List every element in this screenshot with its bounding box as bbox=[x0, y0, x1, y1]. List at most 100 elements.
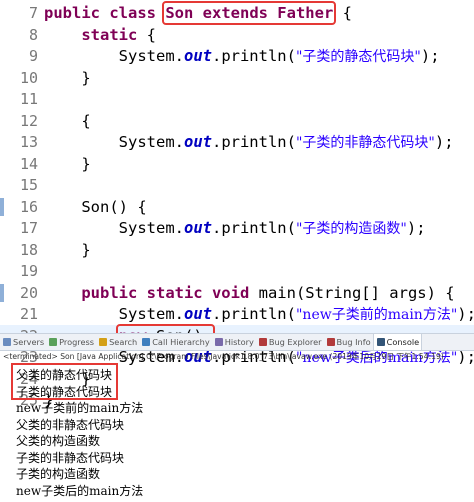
keyword-token: static bbox=[81, 25, 138, 44]
string-literal: "子类的非静态代码块" bbox=[295, 135, 435, 151]
code-token: { bbox=[44, 111, 91, 130]
line-number: 11 bbox=[19, 90, 38, 108]
code-text: } bbox=[44, 153, 90, 175]
tab-bug-explorer[interactable]: Bug Explorer bbox=[256, 334, 324, 350]
line-number: 9 bbox=[28, 47, 38, 65]
code-text: static { bbox=[44, 24, 156, 46]
keyword-token: public static void bbox=[81, 283, 250, 302]
code-text: public static void main(String[] args) { bbox=[44, 282, 455, 304]
code-token: ); bbox=[406, 219, 426, 237]
tab-servers[interactable]: Servers bbox=[0, 334, 46, 350]
code-text: { bbox=[44, 110, 91, 132]
code-text: System.out.println("子类的静态代码块"); bbox=[44, 45, 440, 68]
string-literal: "new子类前的main方法" bbox=[295, 307, 458, 323]
string-literal: "子类的静态代码块" bbox=[295, 49, 421, 65]
tab-label: Bug Explorer bbox=[268, 337, 322, 347]
line-number: 12 bbox=[19, 111, 38, 130]
line-number: 8 bbox=[28, 25, 38, 44]
code-token: .println( bbox=[211, 133, 296, 151]
server-icon bbox=[3, 338, 11, 346]
string-literal: "子类的构造函数" bbox=[295, 221, 407, 237]
code-line[interactable]: 12 { bbox=[0, 110, 474, 132]
line-number: 17 bbox=[19, 219, 38, 237]
console-output-line: new子类前的main方法 bbox=[16, 401, 144, 415]
progress-icon bbox=[49, 338, 58, 346]
output-highlight-box bbox=[11, 363, 118, 400]
code-text: public class Son extends Father { bbox=[44, 1, 352, 25]
code-line[interactable]: 18 } bbox=[0, 239, 474, 261]
code-token: main(String[] args) { bbox=[249, 283, 455, 302]
code-token: } bbox=[44, 68, 91, 87]
field-token: out bbox=[183, 219, 212, 237]
tab-label: Servers bbox=[13, 337, 45, 347]
tab-bug-info[interactable]: Bug Info bbox=[324, 334, 373, 350]
code-text: System.out.println("子类的构造函数"); bbox=[44, 217, 426, 240]
keyword-token: Son extends Father bbox=[165, 4, 334, 22]
code-line[interactable]: 10 } bbox=[0, 67, 474, 89]
tab-label: Call Hierarchy bbox=[152, 337, 210, 347]
code-text: } bbox=[44, 239, 90, 261]
code-line[interactable]: 9 System.out.println("子类的静态代码块"); bbox=[0, 45, 474, 67]
code-line[interactable]: 17 System.out.println("子类的构造函数"); bbox=[0, 217, 474, 239]
line-number: 19 bbox=[19, 262, 38, 280]
code-line[interactable]: 20 public static void main(String[] args… bbox=[0, 282, 474, 304]
code-line[interactable]: 7 public class Son extends Father { bbox=[0, 1, 474, 25]
tab-history[interactable]: History bbox=[212, 334, 256, 350]
bug-info-icon bbox=[326, 338, 335, 346]
console-output-line: 子类的构造函数 bbox=[16, 467, 101, 481]
console-icon bbox=[376, 338, 385, 346]
code-token: ); bbox=[457, 305, 474, 323]
field-token: out bbox=[183, 305, 212, 323]
code-token: ); bbox=[420, 47, 440, 65]
line-number: 16 bbox=[19, 197, 38, 216]
call-hierarchy-icon bbox=[142, 338, 151, 346]
tab-call-hierarchy[interactable]: Call Hierarchy bbox=[139, 334, 211, 350]
tab-search[interactable]: Search bbox=[96, 334, 139, 350]
code-token: ); bbox=[434, 133, 454, 151]
console-output-line: 父类的非静态代码块 bbox=[16, 417, 125, 432]
tab-label: Console bbox=[386, 337, 420, 347]
field-token: out bbox=[183, 47, 212, 65]
line-number: 10 bbox=[19, 68, 38, 87]
code-line[interactable]: 11 bbox=[0, 88, 474, 110]
console-output-line: new子类后的main方法 bbox=[16, 483, 144, 498]
bug-explorer-icon bbox=[258, 338, 267, 346]
code-token: System. bbox=[44, 133, 184, 151]
code-line[interactable]: 13 System.out.println("子类的非静态代码块"); bbox=[0, 131, 474, 153]
code-line[interactable]: 19 bbox=[0, 260, 474, 282]
code-editor[interactable]: 7 public class Son extends Father {8 stat… bbox=[0, 0, 474, 409]
code-text: System.out.println("子类的非静态代码块"); bbox=[44, 131, 454, 154]
code-line[interactable]: 8 static { bbox=[0, 24, 474, 46]
code-token: Son() { bbox=[44, 197, 147, 216]
code-line[interactable]: 21 System.out.println("new子类前的main方法"); bbox=[0, 303, 474, 325]
line-number: 18 bbox=[19, 240, 38, 259]
line-number: 14 bbox=[19, 154, 38, 173]
code-line[interactable]: 15 bbox=[0, 174, 474, 196]
code-token: System. bbox=[44, 219, 184, 237]
code-line[interactable]: 16 Son() { bbox=[0, 196, 474, 218]
line-number: 20 bbox=[19, 283, 38, 302]
code-text: } bbox=[44, 67, 91, 89]
code-token: System. bbox=[44, 305, 184, 323]
line-number: 7 bbox=[28, 4, 38, 22]
tab-label: Bug Info bbox=[336, 337, 371, 347]
code-line[interactable]: 14 } bbox=[0, 153, 474, 175]
highlight-box: Son extends Father bbox=[162, 1, 337, 25]
tab-label: Progress bbox=[59, 337, 95, 347]
tab-console[interactable]: Console bbox=[372, 334, 423, 350]
keyword-token: public class bbox=[44, 4, 166, 22]
tab-progress[interactable]: Progress bbox=[46, 334, 96, 350]
line-number: 13 bbox=[19, 133, 38, 151]
code-token: .println( bbox=[211, 47, 296, 65]
console-output[interactable]: 父类的静态代码块 子类的静态代码块 new子类前的main方法 父类的非静态代码块 父类… bbox=[0, 363, 474, 502]
code-token: System. bbox=[44, 47, 184, 65]
code-token: { bbox=[137, 25, 156, 44]
console-output-line: 子类的非静态代码块 bbox=[16, 450, 125, 465]
line-number: 15 bbox=[19, 176, 38, 194]
history-icon bbox=[214, 338, 223, 346]
console-status-line: <terminated> Son [Java Application] C:\P… bbox=[3, 352, 444, 361]
field-token: out bbox=[183, 133, 212, 151]
code-token: .println( bbox=[211, 219, 296, 237]
search-icon bbox=[99, 338, 108, 346]
